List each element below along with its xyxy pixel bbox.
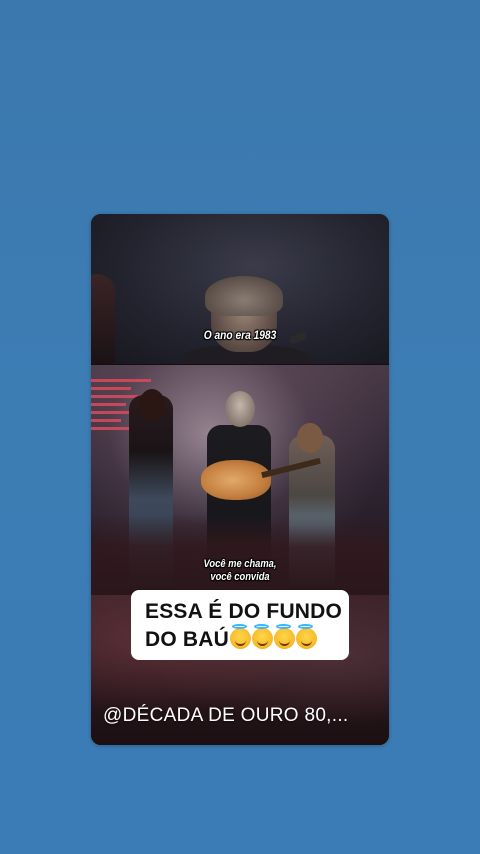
performer-guitarist-head [225,391,255,427]
performer-right-head [297,423,323,453]
caption-line-2-text: DO BAÚ [145,628,230,651]
stage-light-bar [91,403,126,406]
smiling-face-with-halo-icon [230,624,252,649]
caption-line-1: ESSA É DO FUNDO [145,600,343,623]
lyrics-line-2: você convida [210,571,270,583]
caption-line-2: DO BAÚ [145,624,339,654]
microphone [288,331,308,345]
person-left-silhouette [91,274,115,364]
smiling-face-with-halo-icon [296,624,318,649]
lyrics-line-1: Você me chama, [203,558,277,570]
smiling-face-with-halo-icon [274,624,296,649]
story-media-card[interactable] [91,214,389,745]
stage-light-bar [91,379,151,382]
video-subtitle-year: O ano era 1983 [203,328,277,342]
emoji-row [229,624,318,651]
performer-left-head [139,389,165,421]
smiling-face-with-halo-icon [252,624,274,649]
stage-light-bar [91,419,121,422]
singer-hair [205,276,283,316]
caption-sticker[interactable]: ESSA É DO FUNDO DO BAÚ [131,590,349,660]
video-subtitle-lyrics: Você me chama, você convida [193,558,287,584]
stage-light-bar [91,387,131,390]
acoustic-guitar [201,460,271,500]
account-handle-text: @DÉCADA DE OURO 80,... [103,705,349,726]
